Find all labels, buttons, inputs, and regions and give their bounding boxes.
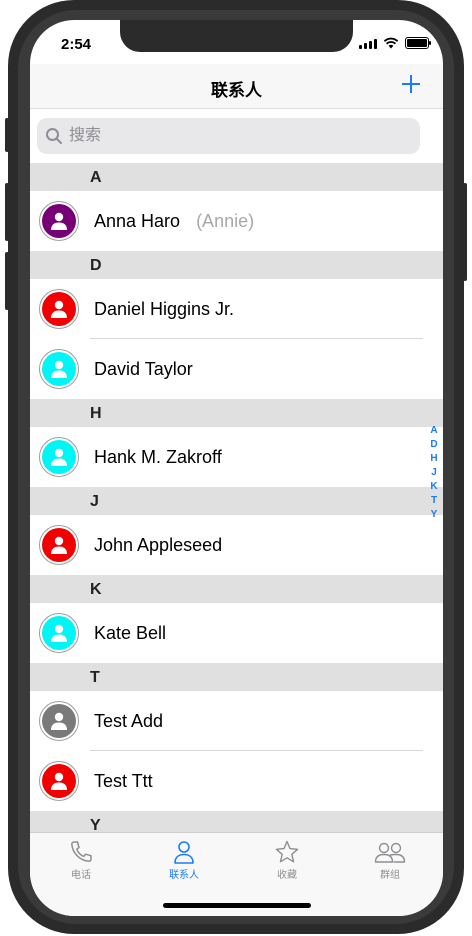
person-icon: [42, 704, 76, 738]
tab-phone-label: 电话: [71, 870, 91, 881]
index-letter[interactable]: D: [430, 438, 437, 452]
volume-up-button: [5, 183, 9, 241]
person-icon: [42, 352, 76, 386]
contact-name-row: Kate Bell: [94, 623, 166, 644]
volume-down-button: [5, 252, 9, 310]
tab-favorites[interactable]: 收藏: [247, 839, 327, 881]
avatar: [39, 201, 79, 241]
section-index[interactable]: ADHJKTY: [427, 424, 441, 522]
status-icons: [359, 37, 431, 49]
contact-name-row: Test Ttt: [94, 771, 153, 792]
contact-name: Kate Bell: [94, 623, 167, 643]
avatar: [39, 437, 79, 477]
avatar: [39, 525, 79, 565]
person-icon: [42, 616, 76, 650]
group-icon: [374, 842, 406, 863]
wifi-icon: [383, 37, 399, 49]
contact-name: Test Ttt: [94, 771, 153, 791]
contact-row[interactable]: Anna Haro (Annie): [30, 191, 443, 251]
tab-groups[interactable]: 群组: [350, 839, 430, 881]
search-bar[interactable]: [37, 118, 420, 154]
contact-name-row: Test Add: [94, 711, 163, 732]
section-header-h: H: [30, 399, 443, 427]
index-letter[interactable]: T: [431, 494, 437, 508]
add-contact-button[interactable]: [399, 72, 423, 96]
star-icon: [275, 840, 299, 863]
avatar: [39, 289, 79, 329]
section-letter: D: [90, 257, 102, 274]
notch: [120, 20, 353, 52]
mute-switch: [5, 118, 9, 152]
index-letter[interactable]: K: [430, 480, 437, 494]
tab-groups-label: 群组: [380, 870, 400, 881]
status-time: 2:54: [61, 36, 92, 53]
section-header-t: T: [30, 663, 443, 691]
index-letter[interactable]: Y: [431, 508, 438, 522]
cellular-signal-icon: [359, 38, 377, 49]
contact-row[interactable]: Test Add: [30, 691, 443, 751]
contact-name: Anna Haro: [94, 211, 181, 231]
contact-row[interactable]: Test Ttt: [30, 751, 443, 811]
section-letter: J: [90, 493, 99, 510]
avatar: [39, 761, 79, 801]
contact-name-row: Hank M. Zakroff: [94, 447, 222, 468]
person-icon: [42, 292, 76, 326]
contact-name-row: Daniel Higgins Jr.: [94, 299, 234, 320]
section-letter: A: [90, 169, 102, 186]
contact-name: David Taylor: [94, 359, 193, 379]
person-icon: [42, 528, 76, 562]
screen: 2:54 联系人 A Anna Haro (Annie) D Daniel Higgin…: [30, 20, 443, 916]
contact-row[interactable]: Kate Bell: [30, 603, 443, 663]
tab-contacts-label: 联系人: [169, 870, 199, 881]
person-icon: [42, 204, 76, 238]
battery-icon: [405, 37, 431, 49]
contact-name-row: David Taylor: [94, 359, 193, 380]
avatar: [39, 613, 79, 653]
contact-name-row: Anna Haro (Annie): [94, 211, 254, 232]
index-letter[interactable]: H: [430, 452, 437, 466]
contact-row[interactable]: John Appleseed: [30, 515, 443, 575]
power-button: [463, 183, 467, 281]
section-header-j: J: [30, 487, 443, 515]
contact-name-row: John Appleseed: [94, 535, 222, 556]
tab-contacts[interactable]: 联系人: [144, 839, 224, 881]
navigation-bar: 联系人: [30, 64, 443, 109]
tab-favorites-label: 收藏: [277, 870, 297, 881]
nav-title: 联系人: [211, 81, 262, 100]
section-header-k: K: [30, 575, 443, 603]
plus-icon: [402, 75, 420, 93]
home-indicator: [163, 903, 311, 908]
contact-row[interactable]: Hank M. Zakroff: [30, 427, 443, 487]
contact-name: Hank M. Zakroff: [94, 447, 222, 467]
person-icon: [174, 841, 194, 864]
contact-name: John Appleseed: [94, 535, 223, 555]
search-input[interactable]: [67, 126, 401, 146]
search-bar-container: [30, 109, 443, 163]
contact-name: Test Add: [94, 711, 164, 731]
section-letter: H: [90, 405, 102, 422]
search-icon: [46, 128, 62, 144]
tab-phone[interactable]: 电话: [41, 839, 121, 881]
contact-nickname: (Annie): [196, 211, 255, 231]
person-icon: [42, 764, 76, 798]
contact-row[interactable]: Daniel Higgins Jr.: [30, 279, 443, 339]
person-icon: [42, 440, 76, 474]
avatar: [39, 701, 79, 741]
contact-list: A Anna Haro (Annie) D Daniel Higgins Jr. Davi…: [30, 163, 443, 839]
index-letter[interactable]: J: [431, 466, 437, 480]
section-letter: K: [90, 581, 102, 598]
section-header-d: D: [30, 251, 443, 279]
contact-row[interactable]: David Taylor: [30, 339, 443, 399]
section-header-a: A: [30, 163, 443, 191]
avatar: [39, 349, 79, 389]
contact-name: Daniel Higgins Jr.: [94, 299, 235, 319]
phone-icon: [71, 841, 92, 862]
index-letter[interactable]: A: [430, 424, 437, 438]
section-letter: T: [90, 669, 100, 686]
